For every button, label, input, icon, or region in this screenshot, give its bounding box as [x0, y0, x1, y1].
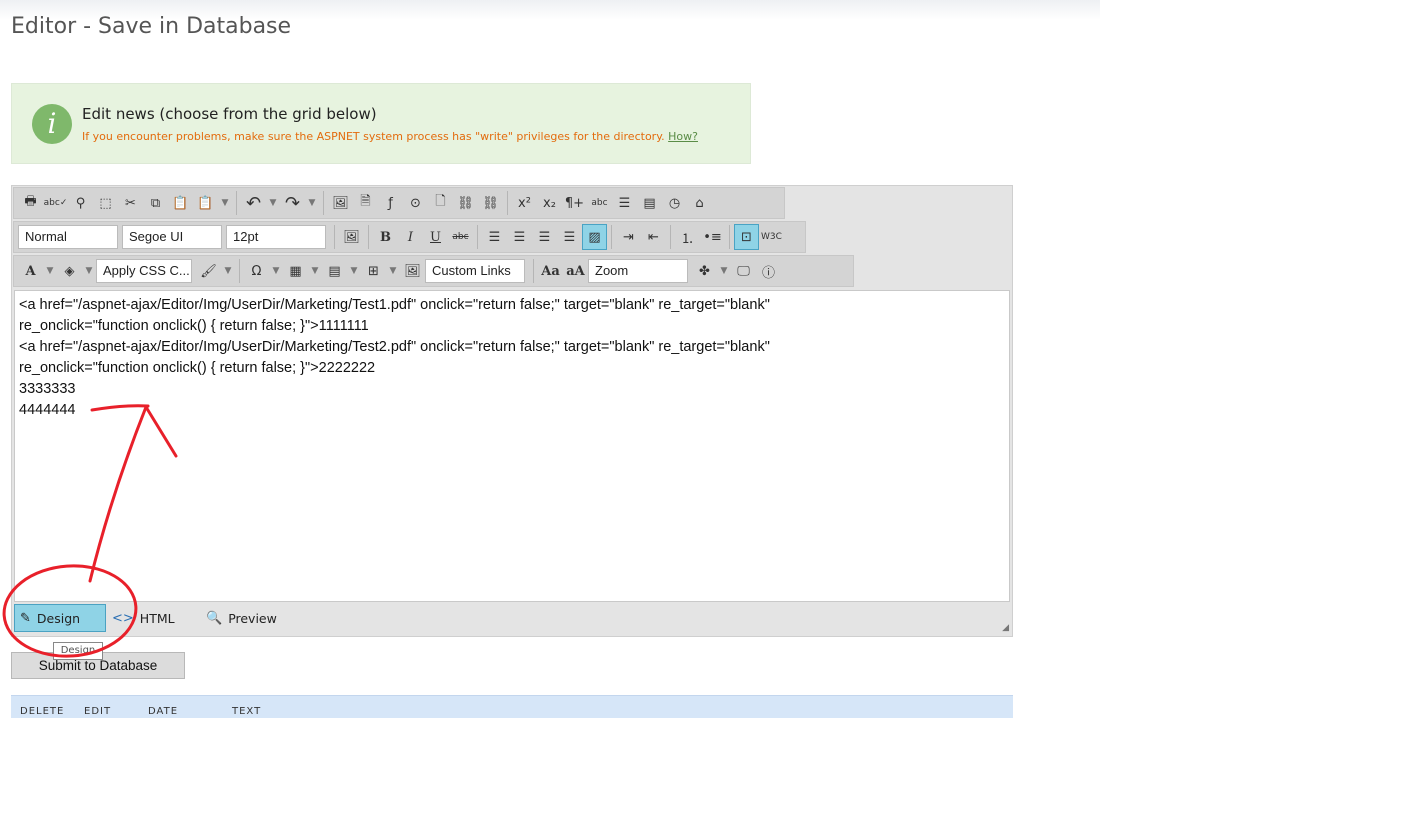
annotation-circle [2, 564, 138, 658]
red-annotation [2, 404, 178, 658]
annotation-underline [90, 404, 150, 412]
annotation-arrow-shaft [88, 405, 148, 583]
annotation-arrow-head [144, 405, 178, 458]
